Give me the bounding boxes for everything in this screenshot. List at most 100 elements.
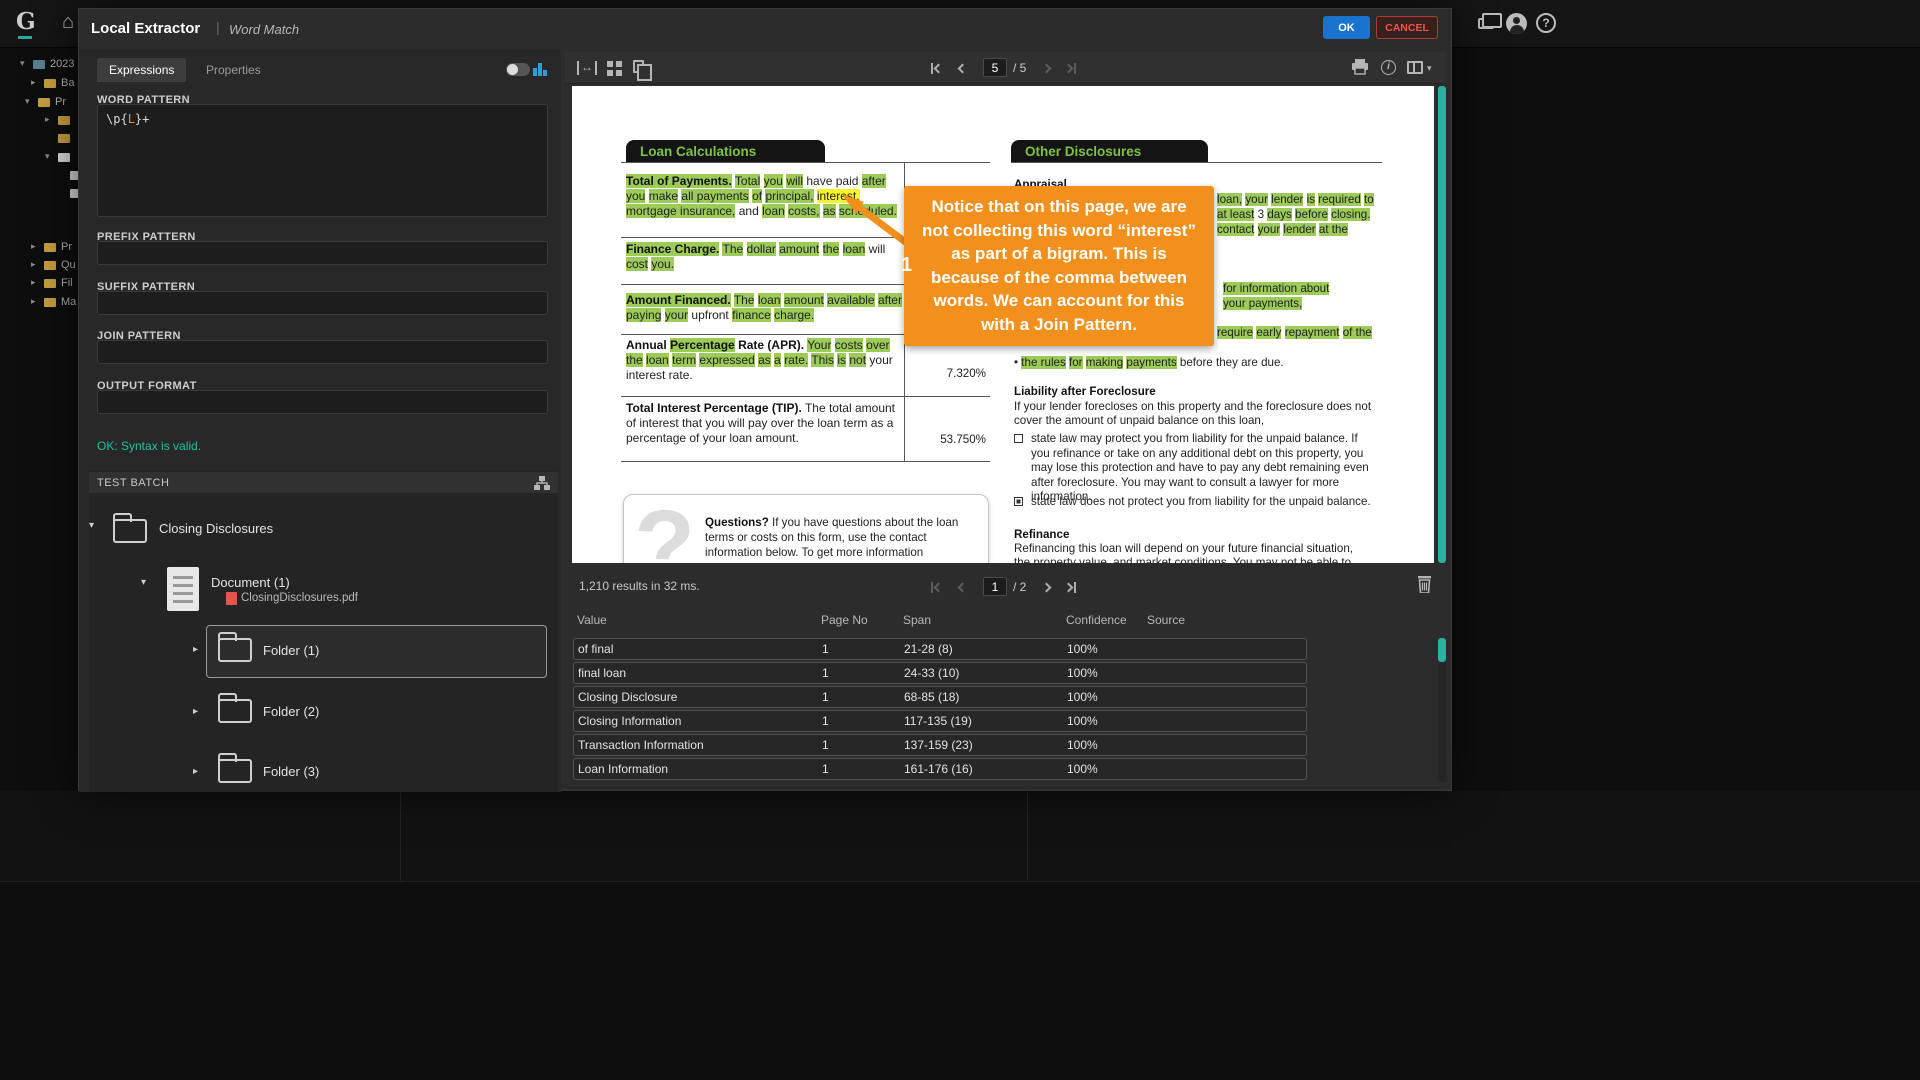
expander-icon[interactable]: ▸ (193, 644, 198, 655)
bg-tree-label: 2023 (50, 58, 74, 70)
join-pattern-input[interactable] (97, 340, 548, 364)
bg-tree-item[interactable]: ▸ (0, 113, 78, 129)
table-row[interactable]: Loan Information1161-176 (16)100% (573, 758, 1307, 780)
previous-page-button[interactable] (959, 61, 966, 75)
column-header[interactable]: Confidence (1062, 613, 1143, 627)
tree-node-folder-2[interactable]: Folder (2) (263, 704, 319, 719)
word-pattern-input[interactable]: \p{L}+ (97, 104, 548, 217)
column-header[interactable]: Span (899, 613, 1062, 627)
layout-icon[interactable] (1407, 61, 1423, 74)
suffix-pattern-input[interactable] (97, 291, 548, 315)
doc-word: after (862, 174, 886, 188)
cancel-button[interactable]: CANCEL (1376, 16, 1438, 39)
table-row[interactable]: of final121-28 (8)100% (573, 638, 1307, 660)
next-page-button[interactable] (1043, 61, 1050, 75)
tab-properties[interactable]: Properties (194, 58, 273, 82)
bg-tree-item[interactable] (0, 168, 78, 184)
prefix-pattern-input[interactable] (97, 241, 548, 265)
expander-icon[interactable]: ▸ (193, 766, 198, 777)
table-cell: Closing Disclosure (574, 690, 818, 704)
bg-tree-item[interactable] (0, 186, 78, 202)
doc-word: the rules (1021, 356, 1065, 369)
bg-tree-item[interactable]: ▸Ba (0, 76, 78, 92)
bg-tree-item[interactable]: ▸Fil (0, 276, 78, 292)
bg-tree-item[interactable]: ▾Pr (0, 95, 78, 111)
table-row[interactable]: Closing Information1117-135 (19)100% (573, 710, 1307, 732)
app-logo[interactable]: G (16, 8, 46, 40)
tree-node-batch[interactable]: Closing Disclosures (159, 521, 273, 536)
toggle-switch[interactable] (506, 63, 530, 76)
doc-word: costs (835, 338, 863, 352)
expander-icon[interactable]: ▸ (31, 296, 36, 307)
doc-word: closing. (1331, 208, 1370, 221)
doc-line: loan, your lender is required to (1217, 193, 1374, 208)
batch-icon (33, 60, 45, 69)
expander-icon[interactable]: ▸ (31, 77, 36, 88)
result-page-input[interactable]: 1 (983, 577, 1007, 596)
thumbnails-icon[interactable] (607, 61, 613, 67)
expander-icon[interactable]: ▸ (45, 114, 50, 125)
doc-word: cost (626, 257, 648, 271)
expander-icon[interactable]: ▾ (89, 520, 94, 531)
fit-width-icon[interactable]: ↔ (577, 61, 597, 75)
info-icon[interactable]: i (1381, 60, 1396, 75)
trash-icon[interactable] (1417, 576, 1432, 593)
help-icon[interactable]: ? (1536, 13, 1556, 33)
expander-icon[interactable]: ▾ (20, 58, 25, 69)
last-result-page-button[interactable] (1065, 580, 1076, 594)
tree-node-folder-1[interactable]: Folder (1) (263, 643, 319, 658)
expander-icon[interactable]: ▸ (31, 259, 36, 270)
column-header[interactable]: Page No (817, 613, 899, 627)
bg-tree-item[interactable]: ▸ Pr (0, 240, 78, 256)
first-result-page-button[interactable] (931, 580, 942, 594)
folder-icon (44, 261, 56, 270)
expander-icon[interactable]: ▸ (31, 277, 36, 288)
user-icon[interactable] (1506, 13, 1527, 34)
doc-page[interactable]: Loan Calculations Other Disclosures ? Qu… (572, 86, 1434, 563)
table-row[interactable]: Closing Disclosure168-85 (18)100% (573, 686, 1307, 708)
viewer-scrollbar-thumb[interactable] (1438, 86, 1446, 563)
doc-line: require early repayment of the (1217, 326, 1372, 341)
sitemap-icon[interactable] (534, 476, 550, 491)
expander-icon[interactable]: ▸ (193, 706, 198, 717)
next-result-page-button[interactable] (1043, 580, 1050, 594)
pages-icon[interactable] (633, 60, 644, 73)
selected-node-box[interactable] (206, 625, 547, 678)
expander-icon[interactable]: ▾ (141, 577, 146, 588)
bg-tree-item[interactable]: ▸Ma (0, 295, 78, 311)
page-number-input[interactable]: 5 (983, 58, 1007, 77)
tree-node-document[interactable]: Document (1) (211, 575, 290, 590)
expander-icon[interactable]: ▾ (25, 96, 30, 107)
bg-tree-item[interactable]: ▸Qu (0, 258, 78, 274)
table-scrollbar-thumb[interactable] (1438, 638, 1446, 662)
print-icon[interactable] (1351, 59, 1369, 75)
first-page-button[interactable] (931, 61, 942, 75)
bg-tree-item[interactable]: ▾ (0, 150, 78, 166)
doc-word: your (869, 353, 892, 367)
layers-icon[interactable] (1478, 18, 1494, 29)
bg-tree-item[interactable]: ▾ 2023 (0, 57, 78, 73)
tree-node-file[interactable]: ClosingDisclosures.pdf (241, 592, 358, 604)
bg-tree-item[interactable] (0, 131, 78, 147)
local-extractor-dialog: Local Extractor | Word Match OK CANCEL E… (78, 8, 1452, 791)
doc-word: lender (1283, 223, 1315, 236)
table-row[interactable]: Transaction Information1137-159 (23)100% (573, 734, 1307, 756)
previous-result-page-button[interactable] (959, 580, 966, 594)
expander-icon[interactable]: ▸ (31, 241, 36, 252)
tree-node-folder-3[interactable]: Folder (3) (263, 764, 319, 779)
ok-button[interactable]: OK (1323, 16, 1370, 39)
doc-word: available (827, 293, 874, 307)
bg-tree-label: Pr (61, 241, 72, 253)
chevron-down-icon[interactable]: ▾ (1427, 63, 1432, 74)
output-format-input[interactable] (97, 390, 548, 414)
tab-expressions[interactable]: Expressions (97, 58, 186, 82)
doc-word: interest rate. (626, 368, 693, 382)
column-header[interactable]: Source (1143, 613, 1435, 627)
expander-icon[interactable]: ▾ (45, 151, 50, 162)
table-cell: 1 (818, 666, 900, 680)
column-header[interactable]: Value (573, 613, 817, 627)
last-page-button[interactable] (1065, 61, 1076, 75)
table-row[interactable]: final loan124-33 (10)100% (573, 662, 1307, 684)
chart-icon[interactable] (532, 61, 548, 77)
home-icon[interactable]: ⌂ (62, 11, 74, 34)
